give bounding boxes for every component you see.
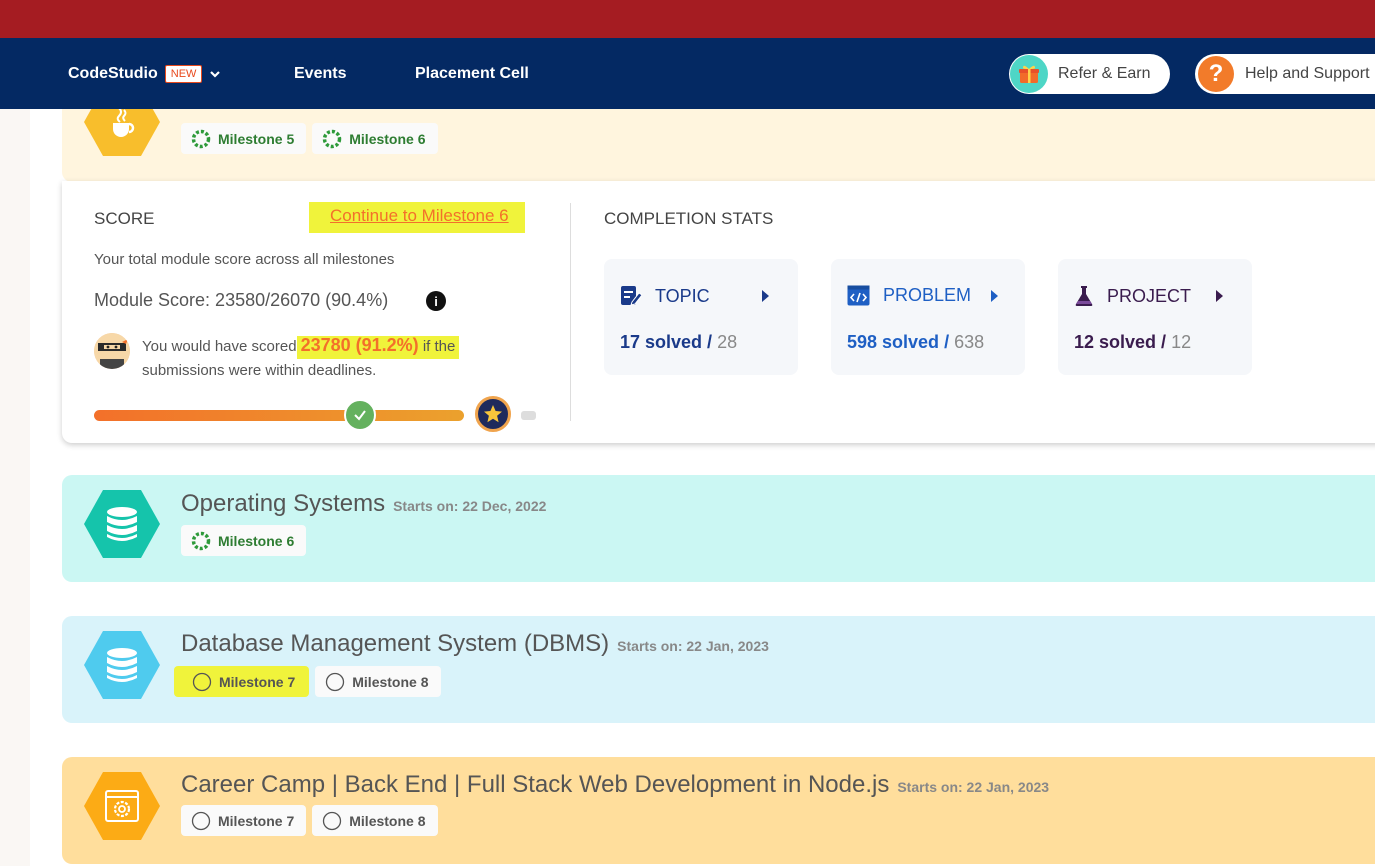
milestone-empty-icon <box>192 672 212 691</box>
panel-divider <box>570 203 571 421</box>
question-icon: ? <box>1198 56 1234 92</box>
milestone-label: Milestone 5 <box>218 130 295 147</box>
would-prefix: You would have scored <box>142 338 297 355</box>
milestone-row: Milestone 5 Milestone 6 <box>181 123 438 154</box>
milestone-row: Milestone 6 <box>181 525 307 556</box>
stat-total: 12 <box>1171 332 1192 352</box>
milestone-chip[interactable]: Milestone 7 <box>174 666 310 697</box>
stat-label: PROJECT <box>1107 285 1192 306</box>
help-support-button[interactable]: ? Help and Support <box>1195 54 1375 94</box>
progress-track-remaining <box>521 411 536 420</box>
would-value: 23780 (91.2%) <box>300 335 419 355</box>
star-goal-icon <box>475 396 511 432</box>
nav-events[interactable]: Events <box>294 38 346 109</box>
milestone-chip[interactable]: Milestone 5 <box>181 123 307 154</box>
would-highlight: 23780 (91.2%) if the <box>296 335 460 359</box>
milestone-label: Milestone 7 <box>218 812 295 829</box>
stat-card-topic[interactable]: TOPIC 17 solved / 28 <box>604 259 798 375</box>
milestone-chip[interactable]: Milestone 6 <box>181 525 307 556</box>
milestone-progress-icon <box>191 129 211 148</box>
database-icon <box>84 490 160 558</box>
ninja-avatar <box>94 333 130 369</box>
start-date: Starts on: 22 Dec, 2022 <box>393 498 547 514</box>
nav-placement-label: Placement Cell <box>415 64 529 82</box>
continue-milestone-link[interactable]: Continue to Milestone 6 <box>309 202 525 233</box>
milestone-chip[interactable]: Milestone 8 <box>312 805 438 836</box>
stat-value: 12 solved / 12 <box>1074 332 1192 352</box>
top-navbar: CodeStudio NEW Events Placement Cell Ref… <box>0 38 1375 109</box>
course-name: Career Camp | Back End | Full Stack Web … <box>181 771 890 798</box>
new-badge: NEW <box>164 64 203 83</box>
caret-right-icon <box>762 290 769 302</box>
course-name: Operating Systems <box>181 490 386 517</box>
score-description: Your total module score across all miles… <box>94 251 395 268</box>
completion-heading: COMPLETION STATS <box>604 209 774 228</box>
code-window-icon <box>847 285 870 306</box>
course-title: Operating Systems Starts on: 22 Dec, 2022 <box>181 490 546 518</box>
milestone-label: Milestone 6 <box>349 130 426 147</box>
stat-label: PROBLEM <box>883 285 972 305</box>
stat-solved: 12 solved <box>1074 332 1157 352</box>
would-suffix: submissions were within deadlines. <box>142 362 377 379</box>
help-support-label: Help and Support <box>1245 65 1370 82</box>
milestone-chip[interactable]: Milestone 6 <box>312 123 438 154</box>
milestone-label: Milestone 8 <box>349 812 426 829</box>
left-gutter <box>0 109 30 866</box>
stat-card-project[interactable]: PROJECT 12 solved / 12 <box>1058 259 1252 375</box>
milestone-check-icon <box>344 399 376 431</box>
milestone-label: Milestone 7 <box>219 673 296 690</box>
course-card-backend[interactable]: Career Camp | Back End | Full Stack Web … <box>62 757 1375 864</box>
stat-value: 598 solved / 638 <box>847 332 985 352</box>
milestone-chip[interactable]: Milestone 8 <box>315 666 441 697</box>
course-name: Database Management System (DBMS) <box>181 630 610 657</box>
caret-right-icon <box>1216 290 1223 302</box>
course-card-os[interactable]: Operating Systems Starts on: 22 Dec, 2022… <box>62 475 1375 582</box>
settings-window-icon <box>84 772 160 840</box>
milestone-progress-icon <box>323 129 342 148</box>
milestone-row: Milestone 7 Milestone 8 <box>174 666 441 697</box>
stat-total: 28 <box>717 332 738 352</box>
milestone-empty-icon <box>326 672 345 691</box>
nav-events-label: Events <box>294 64 347 82</box>
module-score: Module Score: 23580/26070 (90.4%) <box>94 290 389 310</box>
stat-card-problem[interactable]: PROBLEM 598 solved / 638 <box>831 259 1025 375</box>
stat-solved: 17 solved <box>620 332 703 352</box>
course-title: Database Management System (DBMS) Starts … <box>181 630 769 658</box>
start-date: Starts on: 22 Jan, 2023 <box>617 638 769 654</box>
score-heading: SCORE <box>94 209 155 228</box>
score-progress-bar <box>94 396 536 432</box>
stat-value: 17 solved / 28 <box>620 332 738 352</box>
milestone-label: Milestone 8 <box>352 673 429 690</box>
milestone-empty-icon <box>323 811 342 830</box>
stat-solved: 598 solved <box>847 332 940 352</box>
would-mid: if the <box>422 338 456 355</box>
refer-earn-label: Refer & Earn <box>1058 65 1151 82</box>
refer-earn-button[interactable]: Refer & Earn <box>1009 54 1170 94</box>
database-icon <box>84 631 160 699</box>
milestone-progress-icon <box>191 531 211 550</box>
score-panel: SCORE Continue to Milestone 6 Your total… <box>62 181 1375 443</box>
course-card-dbms[interactable]: Database Management System (DBMS) Starts … <box>62 616 1375 723</box>
start-date: Starts on: 22 Jan, 2023 <box>897 779 1050 795</box>
chevron-down-icon <box>210 70 221 78</box>
stat-total: 638 <box>954 332 985 352</box>
would-have-scored-text: You would have scored 23780 (91.2%) if th… <box>142 333 562 383</box>
flask-icon <box>1075 286 1093 306</box>
progress-fill <box>94 410 464 421</box>
course-title: Career Camp | Back End | Full Stack Web … <box>181 771 1049 799</box>
nav-codestudio-label: CodeStudio <box>68 64 158 82</box>
topic-icon <box>621 286 642 306</box>
caret-right-icon <box>991 290 998 302</box>
milestone-empty-icon <box>191 811 211 830</box>
milestone-chip[interactable]: Milestone 7 <box>181 805 307 836</box>
browser-top-strip <box>0 0 1375 38</box>
nav-placement-cell[interactable]: Placement Cell <box>415 38 529 109</box>
stat-label: TOPIC <box>655 285 710 306</box>
info-icon[interactable]: i <box>426 291 446 311</box>
milestone-label: Milestone 6 <box>218 532 295 549</box>
gift-icon <box>1010 55 1048 93</box>
milestone-row: Milestone 7 Milestone 8 <box>181 805 438 836</box>
nav-codestudio[interactable]: CodeStudio NEW <box>68 38 222 109</box>
